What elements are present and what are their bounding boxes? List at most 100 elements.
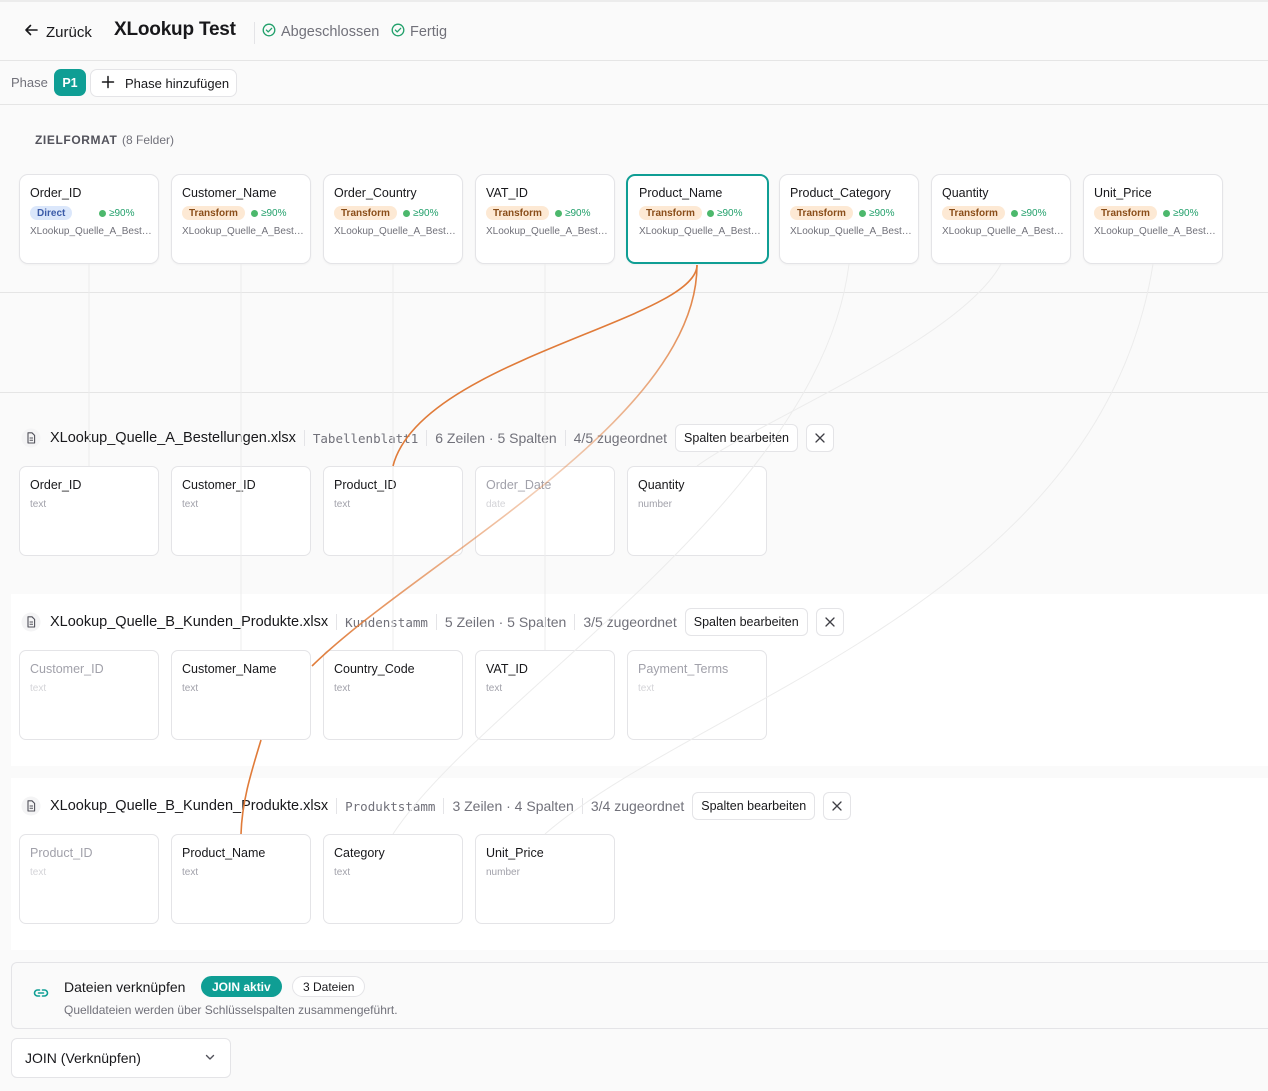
sheet-name: Kundenstamm [345,614,428,630]
field-source: XLookup_Quelle_A_Bestellungen.xlsx [30,226,152,237]
join-mode-value: JOIN (Verknüpfen) [25,1050,141,1066]
divider [0,292,1268,293]
source-column-card-payment-terms[interactable]: Payment_Terms text [627,650,767,740]
target-field-card-customer-name[interactable]: Customer_Name Transform ≥90% XLookup_Quelle… [171,174,311,264]
divider [435,614,437,630]
arrow-left-icon [24,23,38,41]
target-field-card-product-category[interactable]: Product_Category Transform ≥90% XLookup_Que… [779,174,919,264]
source-file-header: XLookup_Quelle_A_Bestellungen.xlsx Tabell… [19,424,834,452]
status-done-label: Fertig [410,24,448,40]
confidence-label: ≥90% [869,207,895,219]
column-name: Unit_Price [486,846,544,860]
divider [0,392,1268,393]
source-file-name: XLookup_Quelle_A_Bestellungen.xlsx [50,430,296,446]
confidence-label: ≥90% [413,207,439,219]
join-panel: Dateien verknüpfen JOIN aktiv 3 Dateien … [11,962,1268,1029]
source-column-card-product-id[interactable]: Product_ID text [19,834,159,924]
edit-columns-button[interactable]: Spalten bearbeiten [684,608,808,636]
field-name: Product_Name [639,186,723,200]
column-type: text [30,683,47,694]
join-mode-select[interactable]: JOIN (Verknüpfen) [11,1038,231,1078]
field-name: Unit_Price [1094,186,1152,200]
column-name: VAT_ID [486,662,528,676]
source-column-card-order-date[interactable]: Order_Date date [475,466,615,556]
column-type: text [334,867,351,878]
field-source: XLookup_Quelle_A_Bestellungen.xlsx [182,226,304,237]
close-icon [815,433,825,443]
source-column-card-country-code[interactable]: Country_Codetext [323,650,463,740]
phase-label: Phase [11,75,48,90]
remove-source-button[interactable] [815,608,844,636]
target-field-card-unit-price[interactable]: Unit_Price Transform ≥90% XLookup_Quelle_A_… [1083,174,1223,264]
source-column-card-unit-price[interactable]: Unit_Price number [475,834,615,924]
target-field-card-product-name[interactable]: Product_Name Transform ≥90% XLookup_Quelle_… [626,174,769,264]
remove-source-button[interactable] [823,792,852,820]
field-name: VAT_ID [486,186,528,200]
column-type: text [334,499,351,510]
divider [443,798,445,814]
column-name: Order_Date [486,478,552,492]
column-name: Product_ID [30,846,93,860]
source-file-name: XLookup_Quelle_B_Kunden_Produkte.xlsx [50,798,329,814]
confidence-label: ≥90% [717,207,743,219]
top-bar: Zurück XLookup Test Abgeschlossen Fertig [0,0,1268,61]
close-icon [832,801,842,811]
source-file-header: XLookup_Quelle_B_Kunden_Produkte.xlsx Pro… [19,792,852,820]
close-icon [825,617,835,627]
mapped-count: 4/5 zugeordnet [573,430,668,446]
divider [303,430,305,446]
confidence-indicator: ≥90% [707,206,743,220]
add-phase-label: Phase hinzufügen [125,75,230,91]
check-circle-icon [262,23,276,41]
file-icon [19,794,43,818]
column-name: Quantity [638,478,685,492]
target-field-card-vat-id[interactable]: VAT_ID Transform ≥90% XLookup_Quelle_A_Best… [475,174,615,264]
field-source: XLookup_Quelle_A_Bestellungen.xlsx [334,226,456,237]
column-name: Country_Code [334,662,415,676]
source-column-card-quantity[interactable]: Quantity number [627,466,767,556]
remove-source-button[interactable] [806,424,834,452]
column-name: Payment_Terms [638,662,729,676]
back-button[interactable]: Zurück [24,20,92,44]
source-column-card-customer-id[interactable]: Customer_ID text [19,650,159,740]
confidence-indicator: ≥90% [859,206,895,220]
source-column-card-vat-id[interactable]: VAT_ID text [475,650,615,740]
add-phase-button[interactable]: Phase hinzufügen [90,69,237,97]
confidence-dot-icon [251,209,258,217]
mapping-mode-badge: Direct [30,206,73,220]
source-column-card-product-id[interactable]: Product_ID text [323,466,463,556]
target-field-card-order-country[interactable]: Order_Country Transform ≥90% XLookup_Quelle… [323,174,463,264]
phase-chip-p1[interactable]: P1 [54,69,86,96]
column-name: Customer_Name [182,662,277,676]
edit-columns-button[interactable]: Spalten bearbeiten [692,792,816,820]
column-type: text [30,499,47,510]
sheet-dimensions: 5 Zeilen · 5 Spalten [444,614,567,630]
confidence-label: ≥90% [261,207,287,219]
mapping-mode-badge: Transform [486,206,549,220]
plus-icon [101,75,115,92]
column-type: text [334,683,351,694]
source-column-card-customer-name[interactable]: Customer_Name text [171,650,311,740]
target-format-count: (8 Felder) [122,133,175,147]
divider [426,430,428,446]
confidence-label: ≥90% [109,207,135,219]
check-circle-icon [391,23,405,41]
mapping-mode-badge: Transform [639,206,702,220]
confidence-indicator: ≥90% [403,206,439,220]
edit-columns-button[interactable]: Spalten bearbeiten [675,424,798,452]
source-column-card-order-id[interactable]: Order_ID text [19,466,159,556]
divider [564,430,566,446]
confidence-dot-icon [555,209,562,217]
mapping-mode-badge: Transform [182,206,245,220]
confidence-indicator: ≥90% [555,206,591,220]
source-column-card-customer-id[interactable]: Customer_ID text [171,466,311,556]
page-title: XLookup Test [114,19,236,40]
mapping-mode-badge: Transform [942,206,1005,220]
source-column-card-category[interactable]: Category text [323,834,463,924]
source-column-card-product-name[interactable]: Product_Name text [171,834,311,924]
source-file-header: XLookup_Quelle_B_Kunden_Produkte.xlsx Kun… [19,608,844,636]
confidence-label: ≥90% [1021,207,1047,219]
target-field-card-order-id[interactable]: Order_ID Direct ≥90% XLookup_Quelle_A_Beste… [19,174,159,264]
source-file-name: XLookup_Quelle_B_Kunden_Produkte.xlsx [50,614,329,630]
target-field-card-quantity[interactable]: Quantity Transform ≥90% XLookup_Quelle_A_Be… [931,174,1071,264]
